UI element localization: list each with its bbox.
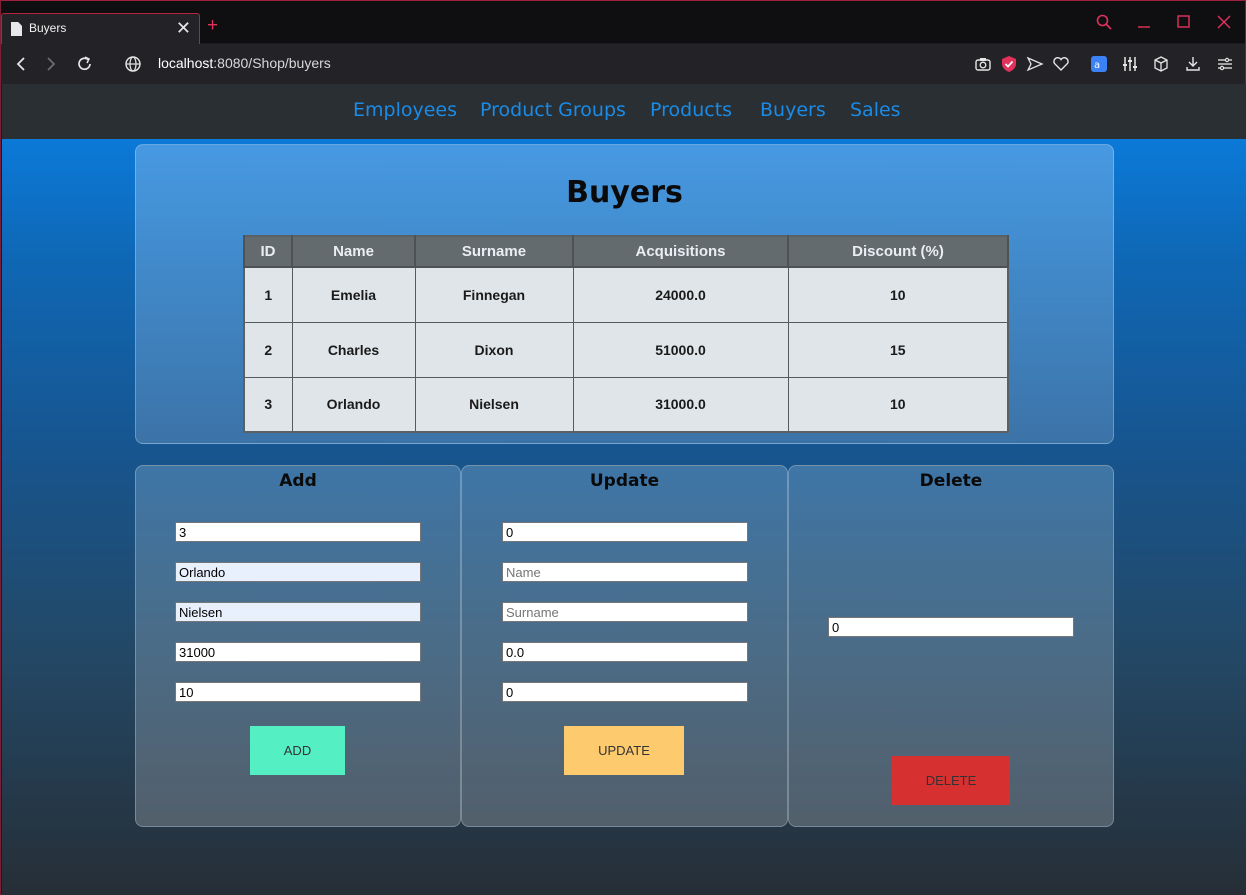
search-icon[interactable] bbox=[1096, 14, 1112, 30]
add-name-input[interactable] bbox=[175, 562, 421, 582]
url-field[interactable]: localhost:8080/Shop/buyers bbox=[158, 55, 331, 71]
document-icon bbox=[11, 22, 22, 36]
cell-surname: Nielsen bbox=[414, 376, 574, 433]
browser-window: Buyers ✕ + localhost:8080/Shop/buyers a … bbox=[0, 0, 1246, 895]
tab-buyers[interactable]: Buyers ✕ bbox=[1, 13, 200, 44]
cell-id: 1 bbox=[243, 266, 293, 323]
reload-icon[interactable] bbox=[75, 54, 95, 74]
translate-icon[interactable]: a bbox=[1090, 55, 1108, 73]
minimize-icon[interactable] bbox=[1137, 15, 1151, 29]
add-acquisitions-input[interactable] bbox=[175, 642, 421, 662]
add-panel: Add ADD bbox=[135, 465, 461, 827]
page-title: Buyers bbox=[566, 175, 683, 210]
add-discount-input[interactable] bbox=[175, 682, 421, 702]
camera-icon[interactable] bbox=[974, 55, 992, 73]
tab-bar: Buyers ✕ + bbox=[1, 1, 1245, 44]
table-row: 3 Orlando Nielsen 31000.0 10 bbox=[243, 376, 1009, 433]
nav-link-sales[interactable]: Sales bbox=[850, 99, 901, 121]
buyers-table: ID Name Surname Acquisitions Discount (%… bbox=[243, 235, 1009, 433]
add-id-input[interactable] bbox=[175, 522, 421, 542]
cell-discount: 15 bbox=[787, 321, 1009, 378]
delete-panel: Delete DELETE bbox=[788, 465, 1114, 827]
update-acquisitions-input[interactable] bbox=[502, 642, 748, 662]
nav-link-product-groups[interactable]: Product Groups bbox=[480, 99, 626, 121]
cell-name: Orlando bbox=[291, 376, 416, 433]
update-panel-title: Update bbox=[589, 471, 660, 491]
delete-id-input[interactable] bbox=[828, 617, 1074, 637]
column-header-acquisitions: Acquisitions bbox=[572, 236, 789, 268]
cell-surname: Finnegan bbox=[414, 266, 574, 323]
update-surname-input[interactable] bbox=[502, 602, 748, 622]
table-row: 2 Charles Dixon 51000.0 15 bbox=[243, 321, 1009, 378]
delete-button[interactable]: DELETE bbox=[892, 756, 1010, 805]
heart-icon[interactable] bbox=[1052, 55, 1070, 73]
forward-icon[interactable] bbox=[41, 54, 61, 74]
url-host: localhost bbox=[158, 55, 214, 71]
download-icon[interactable] bbox=[1184, 55, 1202, 73]
tab-title: Buyers bbox=[29, 21, 67, 35]
table-header-row: ID Name Surname Acquisitions Discount (%… bbox=[243, 236, 1009, 268]
cell-discount: 10 bbox=[787, 266, 1009, 323]
new-tab-button[interactable]: + bbox=[207, 15, 218, 37]
cell-acquisitions: 31000.0 bbox=[572, 376, 789, 433]
column-header-discount: Discount (%) bbox=[787, 236, 1009, 268]
nav-link-employees[interactable]: Employees bbox=[353, 99, 457, 121]
site-info-globe-icon[interactable] bbox=[123, 54, 143, 74]
add-surname-input[interactable] bbox=[175, 602, 421, 622]
cell-id: 3 bbox=[243, 376, 293, 433]
site-navigation: Employees Product Groups Products Buyers… bbox=[2, 84, 1246, 139]
close-tab-icon[interactable]: ✕ bbox=[176, 17, 191, 39]
page-content: Employees Product Groups Products Buyers… bbox=[2, 84, 1246, 895]
delete-panel-title: Delete bbox=[919, 471, 983, 491]
cell-surname: Dixon bbox=[414, 321, 574, 378]
cell-name: Emelia bbox=[291, 266, 416, 323]
equalizer-icon[interactable] bbox=[1121, 55, 1139, 73]
menu-settings-icon[interactable] bbox=[1216, 55, 1234, 73]
nav-link-products[interactable]: Products bbox=[650, 99, 732, 121]
column-header-name: Name bbox=[291, 236, 416, 268]
shield-icon[interactable] bbox=[1000, 55, 1018, 73]
table-row: 1 Emelia Finnegan 24000.0 10 bbox=[243, 266, 1009, 323]
back-icon[interactable] bbox=[11, 54, 31, 74]
cell-discount: 10 bbox=[787, 376, 1009, 433]
cell-acquisitions: 51000.0 bbox=[572, 321, 789, 378]
maximize-icon[interactable] bbox=[1177, 15, 1191, 29]
cell-acquisitions: 24000.0 bbox=[572, 266, 789, 323]
update-name-input[interactable] bbox=[502, 562, 748, 582]
add-button[interactable]: ADD bbox=[250, 726, 345, 775]
add-panel-title: Add bbox=[279, 471, 317, 491]
update-discount-input[interactable] bbox=[502, 682, 748, 702]
cell-name: Charles bbox=[291, 321, 416, 378]
update-id-input[interactable] bbox=[502, 522, 748, 542]
svg-text:a: a bbox=[1094, 60, 1100, 71]
update-panel: Update UPDATE bbox=[461, 465, 788, 827]
cube-icon[interactable] bbox=[1152, 55, 1170, 73]
window-close-icon[interactable] bbox=[1217, 15, 1231, 29]
url-path: :8080/Shop/buyers bbox=[213, 55, 331, 71]
buyers-panel: Buyers ID Name Surname Acquisitions Disc… bbox=[135, 144, 1114, 444]
column-header-id: ID bbox=[243, 236, 293, 268]
cell-id: 2 bbox=[243, 321, 293, 378]
address-bar: localhost:8080/Shop/buyers a bbox=[1, 44, 1245, 84]
send-icon[interactable] bbox=[1026, 55, 1044, 73]
update-button[interactable]: UPDATE bbox=[564, 726, 684, 775]
nav-link-buyers[interactable]: Buyers bbox=[760, 99, 826, 121]
column-header-surname: Surname bbox=[414, 236, 574, 268]
